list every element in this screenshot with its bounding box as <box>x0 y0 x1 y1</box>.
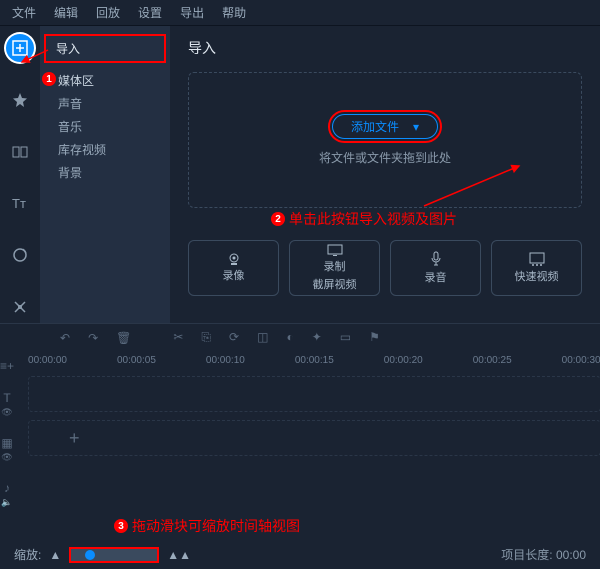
zoom-out-icon[interactable]: ▲ <box>49 548 61 562</box>
annotation-hint-2: 3 拖动滑块可缩放时间轴视图 <box>114 516 586 536</box>
card-label: 截屏视频 <box>313 276 357 292</box>
sidebar-item-music[interactable]: 音乐 <box>58 115 170 138</box>
record-audio-card[interactable]: 录音 <box>390 240 481 296</box>
menu-playback[interactable]: 回放 <box>96 4 120 21</box>
sidebar-item-sound[interactable]: 声音 <box>58 92 170 115</box>
side-panel-header-label: 导入 <box>56 42 80 56</box>
annotation-hint-2-text: 拖动滑块可缩放时间轴视图 <box>132 516 300 536</box>
timeline-track[interactable] <box>28 376 600 412</box>
time-mark: 00:00:25 <box>473 355 512 366</box>
mic-icon <box>430 251 442 267</box>
wizard-icon[interactable]: ✦ <box>312 330 322 345</box>
time-mark: 00:00:15 <box>295 355 334 366</box>
time-mark: 00:00:00 <box>28 355 67 366</box>
card-label: 快速视频 <box>515 268 559 284</box>
undo-icon[interactable]: ↶ <box>60 331 70 345</box>
quick-video-card[interactable]: 快速视频 <box>491 240 582 296</box>
zoom-control: 缩放: ▲ ▲▲ <box>14 546 191 563</box>
zoom-slider[interactable] <box>69 547 159 563</box>
project-length-value: 00:00 <box>556 548 586 562</box>
more-tools-icon[interactable] <box>4 291 36 323</box>
quick-icon <box>529 252 545 266</box>
time-mark: 00:00:30 <box>562 355 600 366</box>
card-label: 录制 <box>324 258 346 274</box>
sidebar-item-label: 媒体区 <box>58 74 94 88</box>
cut-icon[interactable]: ✂ <box>173 330 183 345</box>
time-ruler: 00:00:00 00:00:05 00:00:10 00:00:15 00:0… <box>14 351 600 370</box>
menu-file[interactable]: 文件 <box>12 4 36 21</box>
side-panel: 导入 1 媒体区 声音 音乐 库存视频 背景 <box>40 26 170 323</box>
timeline-toolbar: ↶ ↷ 🗑 ✂ ⎘ ⟳ ◫ ◐ ✦ ▭ ⚑ <box>0 324 600 351</box>
add-track-icon[interactable]: ≡+ <box>0 359 14 373</box>
annotation-hint-1: 2 单击此按钮导入视频及图片 <box>271 209 457 229</box>
delete-icon[interactable]: 🗑 <box>116 331 131 345</box>
drop-hint-text: 将文件或文件夹拖到此处 <box>319 149 451 166</box>
time-mark: 00:00:05 <box>117 355 156 366</box>
annotation-badge-2: 2 <box>271 212 285 226</box>
color-icon[interactable]: ◐ <box>286 330 293 345</box>
project-length-label: 项目长度: <box>501 548 552 562</box>
add-clip-icon[interactable]: + <box>69 428 80 449</box>
time-mark: 00:00:10 <box>206 355 245 366</box>
timeline-track[interactable]: + <box>28 420 600 456</box>
menu-export[interactable]: 导出 <box>180 4 204 21</box>
project-length: 项目长度: 00:00 <box>501 546 586 563</box>
filters-tool-icon[interactable] <box>4 84 36 116</box>
add-file-label: 添加文件 <box>351 118 399 135</box>
content-title: 导入 <box>188 38 582 58</box>
capture-cards: 录像 录制 截屏视频 录音 快速视频 <box>188 240 582 296</box>
side-panel-header[interactable]: 导入 <box>44 34 166 63</box>
bottom-bar: 3 拖动滑块可缩放时间轴视图 缩放: ▲ ▲▲ 项目长度: 00:00 <box>0 508 600 569</box>
left-toolbar: Tт <box>0 26 40 323</box>
drop-zone[interactable]: 添加文件 ▾ 将文件或文件夹拖到此处 2 单击此按钮导入视频及图片 <box>188 72 582 208</box>
zoom-knob[interactable] <box>85 550 95 560</box>
marker-icon[interactable]: ⚑ <box>369 330 380 345</box>
clip-props-icon[interactable]: ▭ <box>340 330 351 345</box>
crop-icon[interactable]: ◫ <box>257 330 268 345</box>
timeline-body: ≡+ T👁 ▦👁 ♪🔈 00:00:00 00:00:05 00:00:10 0… <box>0 351 600 508</box>
track-headers: ≡+ T👁 ▦👁 ♪🔈 <box>0 351 14 508</box>
titles-tool-icon[interactable]: Tт <box>4 188 36 220</box>
split-icon[interactable]: ⎘ <box>201 330 211 345</box>
menu-edit[interactable]: 编辑 <box>54 4 78 21</box>
side-panel-items: 1 媒体区 声音 音乐 库存视频 背景 <box>40 63 170 184</box>
zoom-in-icon[interactable]: ▲▲ <box>167 548 191 562</box>
sidebar-item-media[interactable]: 1 媒体区 <box>58 69 170 92</box>
import-tool-icon[interactable] <box>4 32 36 64</box>
content-area: 导入 添加文件 ▾ 将文件或文件夹拖到此处 2 单击此按钮导入视频及图片 录像 … <box>170 26 600 323</box>
sidebar-item-bg[interactable]: 背景 <box>58 161 170 184</box>
transitions-tool-icon[interactable] <box>4 136 36 168</box>
record-video-card[interactable]: 录像 <box>188 240 279 296</box>
audio-track-header[interactable]: ♪🔈 <box>1 481 12 508</box>
record-screen-card[interactable]: 录制 截屏视频 <box>289 240 380 296</box>
annotation-badge-3: 3 <box>114 519 128 533</box>
overlay-track-header[interactable]: ▦👁 <box>1 436 12 463</box>
annotation-badge-1: 1 <box>42 72 56 86</box>
add-file-button[interactable]: 添加文件 ▾ <box>332 114 438 139</box>
zoom-label: 缩放: <box>14 546 41 563</box>
chevron-down-icon: ▾ <box>413 120 419 134</box>
annotation-hint-1-text: 单击此按钮导入视频及图片 <box>289 209 457 229</box>
camera-icon <box>226 253 242 265</box>
redo-icon[interactable]: ↷ <box>88 331 98 345</box>
card-label: 录像 <box>223 267 245 283</box>
menu-settings[interactable]: 设置 <box>138 4 162 21</box>
rotate-icon[interactable]: ⟳ <box>229 330 239 345</box>
sidebar-item-stock[interactable]: 库存视频 <box>58 138 170 161</box>
stickers-tool-icon[interactable] <box>4 239 36 271</box>
menu-help[interactable]: 帮助 <box>222 4 246 21</box>
svg-text:Tт: Tт <box>12 196 26 211</box>
top-menu: 文件 编辑 回放 设置 导出 帮助 <box>0 0 600 26</box>
timeline-tracks[interactable]: 00:00:00 00:00:05 00:00:10 00:00:15 00:0… <box>14 351 600 508</box>
screen-icon <box>327 244 343 256</box>
timeline-area: ↶ ↷ 🗑 ✂ ⎘ ⟳ ◫ ◐ ✦ ▭ ⚑ ≡+ T👁 ▦👁 ♪🔈 00:00:… <box>0 323 600 569</box>
time-mark: 00:00:20 <box>384 355 423 366</box>
text-track-header[interactable]: T👁 <box>1 391 12 418</box>
card-label: 录音 <box>425 269 447 285</box>
main-area: Tт 导入 1 媒体区 声音 音乐 库存视频 背景 导入 添加文件 ▾ 将文件或… <box>0 26 600 323</box>
